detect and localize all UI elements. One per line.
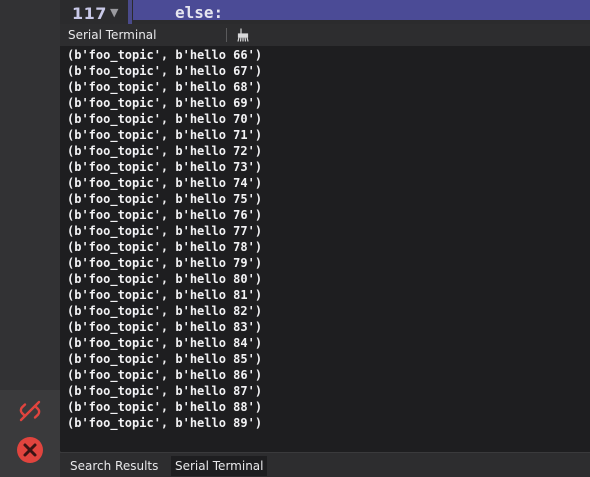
code-line[interactable]: else: <box>175 3 223 22</box>
terminal-line: (b'foo_topic', b'hello 69') <box>67 96 263 110</box>
terminal-line: (b'foo_topic', b'hello 76') <box>67 208 263 222</box>
stop-icon[interactable] <box>15 435 45 465</box>
terminal-line: (b'foo_topic', b'hello 70') <box>67 112 263 126</box>
bottom-tab-bar: Search Results Serial Terminal <box>60 452 590 477</box>
terminal-line: (b'foo_topic', b'hello 84') <box>67 336 263 350</box>
tab-search-results[interactable]: Search Results <box>66 456 162 476</box>
line-number: 117 <box>72 4 107 23</box>
terminal-line: (b'foo_topic', b'hello 83') <box>67 320 263 334</box>
fold-arrow-icon[interactable]: ▼ <box>110 6 118 19</box>
terminal-line: (b'foo_topic', b'hello 72') <box>67 144 263 158</box>
panel-title: Serial Terminal <box>68 28 157 42</box>
terminal-line: (b'foo_topic', b'hello 87') <box>67 384 263 398</box>
panel-header: Serial Terminal <box>60 24 590 47</box>
terminal-line: (b'foo_topic', b'hello 79') <box>67 256 263 270</box>
terminal-line: (b'foo_topic', b'hello 75') <box>67 192 263 206</box>
header-divider <box>226 28 227 42</box>
terminal-line: (b'foo_topic', b'hello 86') <box>67 368 263 382</box>
tab-serial-terminal[interactable]: Serial Terminal <box>171 456 268 476</box>
app-window: 117 ▼ else: Serial Terminal (b'foo_topic… <box>0 0 590 477</box>
terminal-line: (b'foo_topic', b'hello 80') <box>67 272 263 286</box>
serial-terminal-output[interactable]: (b'foo_topic', b'hello 66') (b'foo_topic'… <box>60 46 590 451</box>
terminal-line: (b'foo_topic', b'hello 74') <box>67 176 263 190</box>
terminal-line: (b'foo_topic', b'hello 68') <box>67 80 263 94</box>
terminal-line: (b'foo_topic', b'hello 88') <box>67 400 263 414</box>
terminal-line: (b'foo_topic', b'hello 89') <box>67 416 263 430</box>
terminal-line: (b'foo_topic', b'hello 67') <box>67 64 263 78</box>
terminal-line: (b'foo_topic', b'hello 77') <box>67 224 263 238</box>
terminal-line: (b'foo_topic', b'hello 81') <box>67 288 263 302</box>
terminal-line: (b'foo_topic', b'hello 85') <box>67 352 263 366</box>
clear-icon[interactable] <box>236 27 252 43</box>
terminal-lines: (b'foo_topic', b'hello 66') (b'foo_topic'… <box>67 47 262 431</box>
terminal-line: (b'foo_topic', b'hello 78') <box>67 240 263 254</box>
terminal-line: (b'foo_topic', b'hello 71') <box>67 128 263 142</box>
terminal-line: (b'foo_topic', b'hello 73') <box>67 160 263 174</box>
unlink-icon[interactable] <box>15 396 45 426</box>
terminal-line: (b'foo_topic', b'hello 66') <box>67 48 263 62</box>
gutter-separator <box>128 0 132 24</box>
terminal-line: (b'foo_topic', b'hello 82') <box>67 304 263 318</box>
